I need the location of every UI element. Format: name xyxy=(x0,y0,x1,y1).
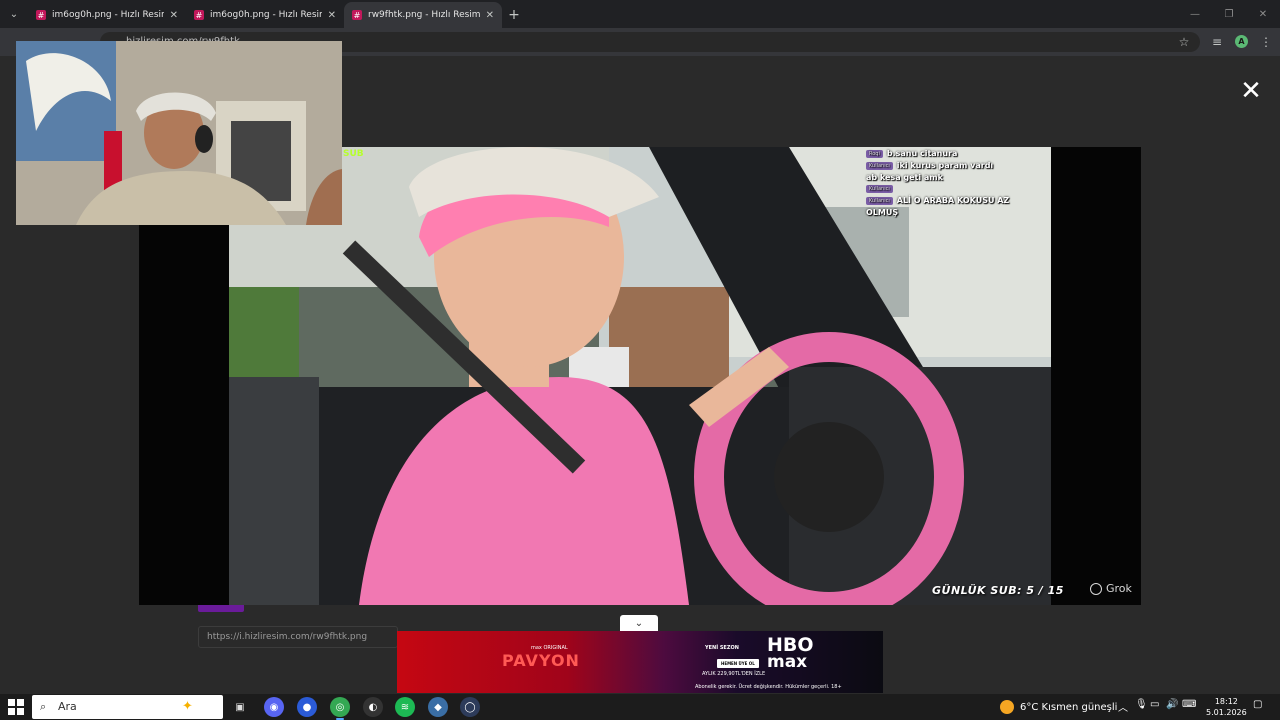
close-tab-icon[interactable]: ✕ xyxy=(328,10,336,21)
close-tab-icon[interactable]: ✕ xyxy=(170,10,178,21)
daily-sub-counter: GÜNLÜK SUB: 5 / 15 xyxy=(932,584,1064,597)
webcam-overlay xyxy=(16,41,342,225)
taskbar-search-box[interactable]: ⌕ Ara ✦ xyxy=(32,695,223,719)
chat-text: b.sanu citanura xyxy=(886,149,958,158)
system-clock[interactable]: 18:12 5.01.2026 xyxy=(1206,696,1247,718)
partly-sunny-icon xyxy=(1000,700,1014,714)
chat-text: ab kesa geti amk xyxy=(866,173,943,182)
clock-date: 5.01.2026 xyxy=(1206,708,1247,717)
menu-kebab-icon[interactable]: ⋮ xyxy=(1256,32,1276,52)
weather-text: 6°C Kısmen güneşli xyxy=(1020,701,1118,713)
microphone-icon[interactable]: 🎙 xyxy=(1135,699,1148,710)
tray-chevron-icon[interactable]: ︿ xyxy=(1118,699,1128,714)
chat-text: OLMUŞ xyxy=(866,208,899,217)
close-lightbox-icon[interactable]: ✕ xyxy=(1238,78,1264,104)
discord-app-icon[interactable]: ◉ xyxy=(264,697,284,717)
webcam-illustration xyxy=(16,41,342,225)
chat-user: Kullanıcı xyxy=(866,196,893,205)
chat-message: ab kesa geti amk xyxy=(866,173,1046,182)
windows-taskbar: ⌕ Ara ✦ ▣ ◉ ● ◎ ◐ ≋ ◆ ◯ 6°C Kısmen güneş… xyxy=(0,694,1280,720)
hbo-max-ad-banner[interactable]: max ORIGINAL PAVYON YENİ SEZON HBO max H… xyxy=(397,631,883,693)
new-tab-button[interactable]: + xyxy=(502,2,526,28)
chat-user: Roqi xyxy=(866,149,883,158)
grok-label: Grok xyxy=(1106,582,1132,595)
grok-icon xyxy=(1090,582,1102,595)
chat-message: OLMUŞ xyxy=(866,208,1046,217)
tab-1[interactable]: # im6og0h.png - Hızlı Resim ✕ xyxy=(28,2,186,28)
obs-app-icon[interactable]: ◐ xyxy=(363,697,383,717)
chrome-app-icon[interactable]: ◎ xyxy=(330,697,350,720)
ad-legal: Abonelik gerekir. Ücret değişkendir. Hük… xyxy=(695,684,842,690)
app-icon-blue[interactable]: ● xyxy=(297,697,317,717)
chat-message: Kullanıcı ALİ O ARABA KOKUSU AZ xyxy=(866,196,1046,205)
chat-message: Kullanıcı iki kurus param vardı xyxy=(866,161,1046,170)
tab-strip: ⌄ # im6og0h.png - Hızlı Resim ✕ # im6og0… xyxy=(0,0,1280,28)
sub-tag: SUB xyxy=(343,149,364,159)
chat-user: Kullanıcı xyxy=(866,161,893,170)
search-icon: ⌕ xyxy=(40,700,47,713)
screen: ⌄ # im6og0h.png - Hızlı Resim ✕ # im6og0… xyxy=(0,0,1280,720)
close-tab-icon[interactable]: ✕ xyxy=(486,10,494,21)
restore-icon[interactable]: ❐ xyxy=(1212,0,1246,28)
weather-widget[interactable]: 6°C Kısmen güneşli xyxy=(1000,699,1117,715)
spotify-app-icon[interactable]: ≋ xyxy=(395,697,415,717)
bookmark-star-icon[interactable]: ☆ xyxy=(1174,32,1194,52)
hizliresim-favicon-icon: # xyxy=(194,10,204,20)
volume-icon[interactable]: 🔊 xyxy=(1166,699,1178,710)
close-window-icon[interactable]: ✕ xyxy=(1246,0,1280,28)
chat-user: Kullanıcı xyxy=(866,185,893,193)
app-icon-chat[interactable]: ◯ xyxy=(460,697,480,717)
search-placeholder: Ara xyxy=(58,700,77,713)
ad-cta-button[interactable]: HEMEN ÜYE OL xyxy=(717,659,759,668)
ad-new-season: YENİ SEZON xyxy=(705,645,739,651)
network-icon[interactable]: ▭ xyxy=(1150,699,1159,710)
media-controls-icon[interactable]: ≡ xyxy=(1207,32,1227,52)
profile-avatar[interactable]: A xyxy=(1235,35,1248,48)
tab-search-button[interactable]: ⌄ xyxy=(0,0,28,28)
notifications-icon[interactable]: ▢ xyxy=(1253,699,1262,710)
chat-message: Roqi b.sanu citanura xyxy=(866,149,1046,158)
grok-watermark: Grok xyxy=(1090,582,1132,595)
ad-show-title: PAVYON xyxy=(502,651,580,670)
chat-text: iki kurus param vardı xyxy=(896,161,994,170)
chat-message: Kullanıcı xyxy=(866,185,1046,193)
collapse-ad-button[interactable]: ⌄ xyxy=(620,615,658,631)
minimize-icon[interactable]: — xyxy=(1178,0,1212,28)
hizliresim-favicon-icon: # xyxy=(352,10,362,20)
task-view-icon[interactable]: ▣ xyxy=(230,697,250,717)
clock-time: 18:12 xyxy=(1214,697,1238,706)
hizliresim-favicon-icon: # xyxy=(36,10,46,20)
chat-text: ALİ O ARABA KOKUSU AZ xyxy=(896,196,1010,205)
tab-title: im6og0h.png - Hızlı Resim xyxy=(52,10,164,20)
window-controls: — ❐ ✕ xyxy=(1178,0,1280,28)
app-icon-cube[interactable]: ◆ xyxy=(428,697,448,717)
direct-link-field[interactable]: https://i.hizliresim.com/rw9fhtk.png xyxy=(198,626,398,648)
tab-3-active[interactable]: # rw9fhtk.png - Hızlı Resim ✕ xyxy=(344,2,502,28)
tab-title: im6og0h.png - Hızlı Resim xyxy=(210,10,322,20)
keyboard-icon[interactable]: ⌨ xyxy=(1182,699,1196,710)
windows-start-icon[interactable] xyxy=(8,699,24,715)
tab-title: rw9fhtk.png - Hızlı Resim xyxy=(368,10,480,20)
ad-max-logo: max xyxy=(767,652,808,672)
copilot-sparkle-icon: ✦ xyxy=(182,699,193,714)
ad-price: AYLIK 229,90TL'DEN İZLE xyxy=(702,671,766,677)
stream-chat-overlay: Roqi b.sanu citanura Kullanıcı iki kurus p… xyxy=(866,149,1046,239)
tab-2[interactable]: # im6og0h.png - Hızlı Resim ✕ xyxy=(186,2,344,28)
